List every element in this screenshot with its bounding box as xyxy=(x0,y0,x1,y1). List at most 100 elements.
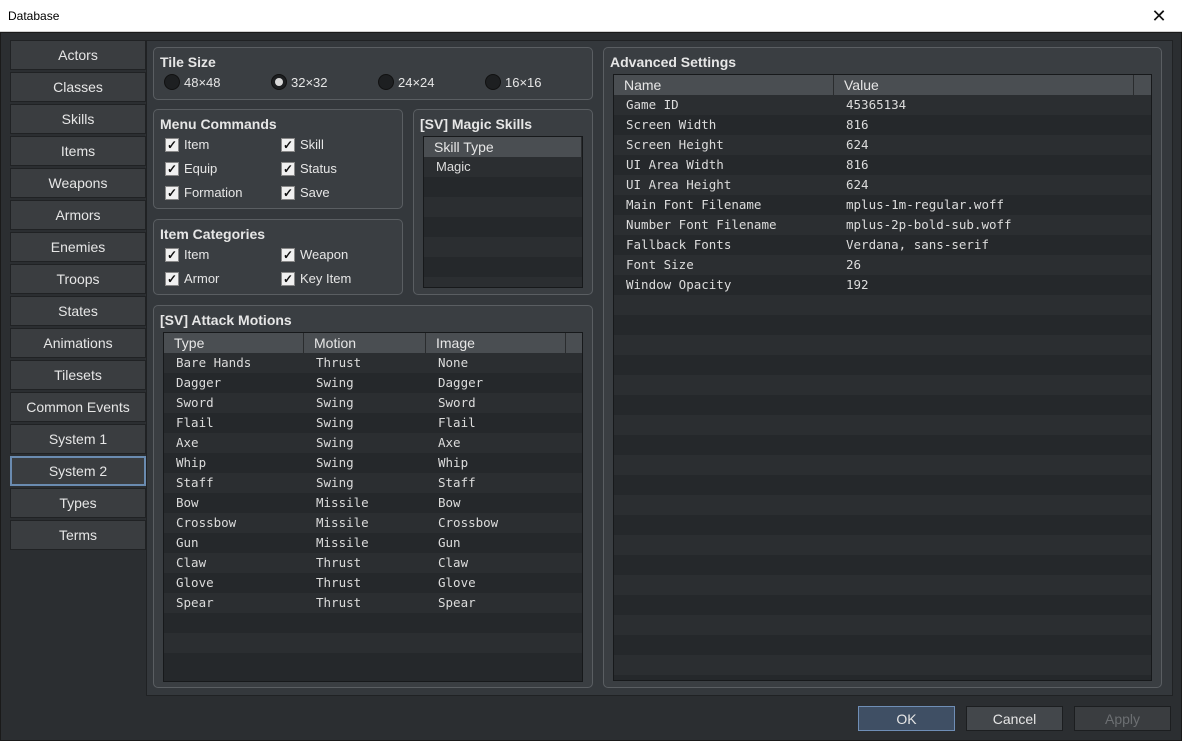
checkmark-icon[interactable]: ✓ xyxy=(165,161,179,176)
table-row[interactable]: Dagger Swing Dagger xyxy=(164,373,582,393)
checkmark-icon[interactable]: ✓ xyxy=(165,185,179,200)
table-row[interactable] xyxy=(614,555,1151,575)
sidebar-item-items[interactable]: Items xyxy=(10,136,146,166)
attack-motions-grid[interactable]: Type Motion Image Bare Hands Thrust None Dagg… xyxy=(163,332,583,682)
table-row[interactable]: Screen Height 624 xyxy=(614,135,1151,155)
table-row[interactable]: Number Font Filename mplus-2p-bold-sub.wo… xyxy=(614,215,1151,235)
table-row[interactable] xyxy=(614,335,1151,355)
sidebar-item-actors[interactable]: Actors xyxy=(10,40,146,70)
radio-button-icon[interactable] xyxy=(378,74,394,90)
checkbox-weapon[interactable]: ✓ Weapon xyxy=(281,247,348,262)
sidebar-item-weapons[interactable]: Weapons xyxy=(10,168,146,198)
table-row[interactable]: Axe Swing Axe xyxy=(164,433,582,453)
table-row[interactable] xyxy=(164,613,582,633)
table-row[interactable] xyxy=(164,633,582,653)
table-row[interactable]: Bare Hands Thrust None xyxy=(164,353,582,373)
checkmark-icon[interactable]: ✓ xyxy=(281,161,295,176)
sidebar-item-terms[interactable]: Terms xyxy=(10,520,146,550)
column-header-motion[interactable]: Motion xyxy=(304,333,426,353)
table-row[interactable]: Gun Missile Gun xyxy=(164,533,582,553)
checkbox-save[interactable]: ✓ Save xyxy=(281,185,330,200)
table-row[interactable]: Spear Thrust Spear xyxy=(164,593,582,613)
checkbox-status[interactable]: ✓ Status xyxy=(281,161,337,176)
cancel-button[interactable]: Cancel xyxy=(966,706,1063,731)
list-item[interactable] xyxy=(424,197,582,217)
checkmark-icon[interactable]: ✓ xyxy=(165,137,179,152)
list-item[interactable] xyxy=(424,237,582,257)
column-header-type[interactable]: Type xyxy=(164,333,304,353)
table-row[interactable] xyxy=(614,655,1151,675)
tile-size-radio[interactable]: 16×16 xyxy=(485,74,592,90)
sidebar-item-armors[interactable]: Armors xyxy=(10,200,146,230)
table-row[interactable]: Main Font Filename mplus-1m-regular.woff xyxy=(614,195,1151,215)
checkbox-formation[interactable]: ✓ Formation xyxy=(165,185,243,200)
table-row[interactable] xyxy=(614,355,1151,375)
sidebar-item-tilesets[interactable]: Tilesets xyxy=(10,360,146,390)
magic-skills-grid[interactable]: Skill Type Magic xyxy=(423,136,583,288)
table-row[interactable]: Window Opacity 192 xyxy=(614,275,1151,295)
column-header-image[interactable]: Image xyxy=(426,333,566,353)
sidebar-item-types[interactable]: Types xyxy=(10,488,146,518)
sidebar-item-skills[interactable]: Skills xyxy=(10,104,146,134)
checkmark-icon[interactable]: ✓ xyxy=(281,137,295,152)
table-row[interactable]: Crossbow Missile Crossbow xyxy=(164,513,582,533)
table-row[interactable]: Bow Missile Bow xyxy=(164,493,582,513)
tile-size-radio[interactable]: 48×48 xyxy=(164,74,271,90)
table-row[interactable]: Staff Swing Staff xyxy=(164,473,582,493)
table-row[interactable] xyxy=(614,595,1151,615)
sidebar-item-states[interactable]: States xyxy=(10,296,146,326)
ok-button[interactable]: OK xyxy=(858,706,955,731)
table-row[interactable] xyxy=(614,615,1151,635)
sidebar-item-animations[interactable]: Animations xyxy=(10,328,146,358)
table-row[interactable] xyxy=(614,515,1151,535)
table-row[interactable] xyxy=(614,675,1151,680)
checkmark-icon[interactable]: ✓ xyxy=(281,271,295,286)
radio-button-icon[interactable] xyxy=(485,74,501,90)
table-row[interactable] xyxy=(614,575,1151,595)
table-row[interactable]: UI Area Width 816 xyxy=(614,155,1151,175)
checkbox-item[interactable]: ✓ Item xyxy=(165,247,209,262)
table-row[interactable]: Game ID 45365134 xyxy=(614,95,1151,115)
column-header-name[interactable]: Name xyxy=(614,75,834,95)
list-item[interactable] xyxy=(424,257,582,277)
sidebar-item-enemies[interactable]: Enemies xyxy=(10,232,146,262)
sidebar-item-system-2[interactable]: System 2 xyxy=(10,456,146,486)
table-row[interactable] xyxy=(614,395,1151,415)
table-row[interactable] xyxy=(614,295,1151,315)
table-row[interactable]: Glove Thrust Glove xyxy=(164,573,582,593)
table-row[interactable]: UI Area Height 624 xyxy=(614,175,1151,195)
column-header-value[interactable]: Value xyxy=(834,75,1134,95)
checkmark-icon[interactable]: ✓ xyxy=(165,247,179,262)
table-row[interactable] xyxy=(614,495,1151,515)
list-item[interactable] xyxy=(424,277,582,287)
checkmark-icon[interactable]: ✓ xyxy=(165,271,179,286)
table-row[interactable] xyxy=(614,635,1151,655)
sidebar-item-system-1[interactable]: System 1 xyxy=(10,424,146,454)
sidebar-item-common-events[interactable]: Common Events xyxy=(10,392,146,422)
table-row[interactable] xyxy=(614,535,1151,555)
sidebar-item-classes[interactable]: Classes xyxy=(10,72,146,102)
radio-button-icon[interactable] xyxy=(164,74,180,90)
list-item[interactable]: Magic xyxy=(424,157,582,177)
checkmark-icon[interactable]: ✓ xyxy=(281,247,295,262)
checkmark-icon[interactable]: ✓ xyxy=(281,185,295,200)
radio-button-icon[interactable] xyxy=(271,74,287,90)
table-row[interactable] xyxy=(164,653,582,673)
checkbox-item[interactable]: ✓ Item xyxy=(165,137,209,152)
skill-type-header[interactable]: Skill Type xyxy=(424,137,582,157)
apply-button[interactable]: Apply xyxy=(1074,706,1171,731)
sidebar-item-troops[interactable]: Troops xyxy=(10,264,146,294)
table-row[interactable]: Claw Thrust Claw xyxy=(164,553,582,573)
table-row[interactable]: Screen Width 816 xyxy=(614,115,1151,135)
table-row[interactable]: Fallback Fonts Verdana, sans-serif xyxy=(614,235,1151,255)
checkbox-equip[interactable]: ✓ Equip xyxy=(165,161,217,176)
table-row[interactable]: Sword Swing Sword xyxy=(164,393,582,413)
advanced-settings-grid[interactable]: Name Value Game ID 45365134 Screen Width 816… xyxy=(613,74,1152,681)
table-row[interactable] xyxy=(614,315,1151,335)
table-row[interactable] xyxy=(614,475,1151,495)
table-row[interactable] xyxy=(614,375,1151,395)
table-row[interactable] xyxy=(614,415,1151,435)
checkbox-key-item[interactable]: ✓ Key Item xyxy=(281,271,351,286)
table-row[interactable]: Whip Swing Whip xyxy=(164,453,582,473)
tile-size-radio[interactable]: 32×32 xyxy=(271,74,378,90)
